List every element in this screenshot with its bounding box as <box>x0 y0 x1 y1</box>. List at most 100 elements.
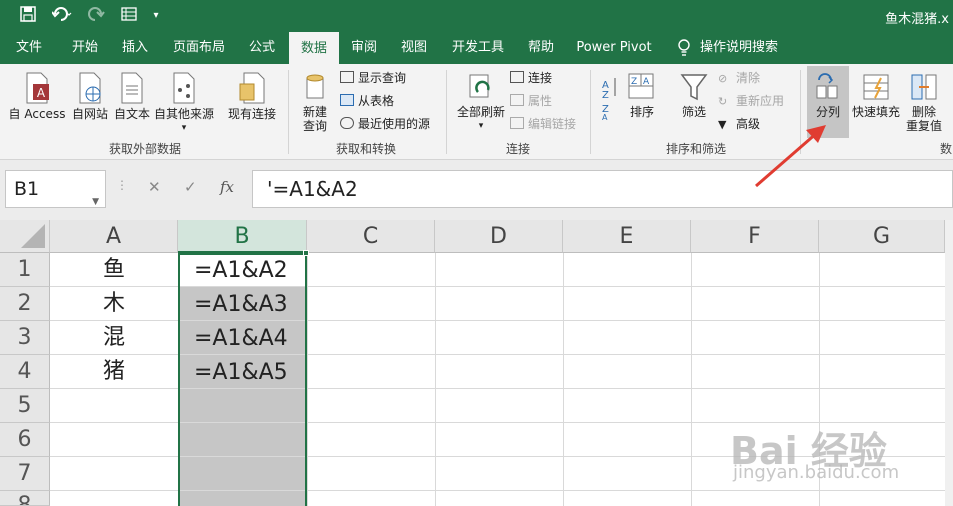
new-query-label-1: 新建 <box>302 105 327 119</box>
existing-connections-button[interactable]: 现有连接 <box>226 72 278 121</box>
select-all-corner[interactable] <box>0 220 50 253</box>
vertical-scrollbar[interactable] <box>945 220 953 506</box>
more-icon: ⋮ <box>116 178 128 192</box>
flash-fill-button[interactable]: 快速填充 <box>850 72 902 119</box>
lightbulb-icon[interactable] <box>672 32 696 64</box>
cell-a3[interactable]: 混 <box>50 321 178 355</box>
row-header-6[interactable]: 6 <box>0 423 50 457</box>
from-access-button[interactable]: A 自 Access <box>8 72 66 121</box>
tab-developer[interactable]: 开发工具 <box>446 32 510 64</box>
redo-icon[interactable] <box>84 6 114 26</box>
group-label-sort-filter: 排序和筛选 <box>665 142 726 156</box>
column-header-f[interactable]: F <box>691 220 819 253</box>
clear-button[interactable]: ⊘ 清除 <box>718 70 760 87</box>
svg-text:A: A <box>37 86 46 100</box>
undo-icon[interactable] <box>48 6 78 26</box>
tab-formulas[interactable]: 公式 <box>240 32 284 64</box>
column-header-a[interactable]: A <box>50 220 178 253</box>
gridline <box>435 253 436 506</box>
row-header-4[interactable]: 4 <box>0 355 50 389</box>
group-separator <box>590 70 591 154</box>
table-icon <box>340 94 354 106</box>
tab-help[interactable]: 帮助 <box>520 32 562 64</box>
show-queries-button[interactable]: 显示查询 <box>340 70 406 86</box>
svg-text:A: A <box>602 113 608 120</box>
dropdown-icon: ▾ <box>181 123 187 133</box>
group-label-get-transform: 获取和转换 <box>335 142 396 156</box>
reapply-button[interactable]: ↻ 重新应用 <box>718 93 784 110</box>
remove-duplicates-label-1: 删除 <box>911 105 936 119</box>
dropdown-icon[interactable]: ▾ <box>148 6 164 26</box>
filter-button[interactable]: 筛选 <box>674 72 714 119</box>
title-bar: ▾ 鱼木混猪.x <box>0 0 953 32</box>
cell-a4[interactable]: 猪 <box>50 355 178 389</box>
new-query-button[interactable]: 新建 查询 <box>296 72 334 133</box>
edit-links-button[interactable]: 编辑链接 <box>510 116 576 132</box>
insert-function-icon[interactable]: fx <box>220 178 234 196</box>
refresh-all-label: 全部刷新 <box>456 105 505 119</box>
column-header-d[interactable]: D <box>435 220 563 253</box>
existing-connections-label: 现有连接 <box>227 107 276 121</box>
reapply-icon: ↻ <box>718 95 728 108</box>
row-header-1[interactable]: 1 <box>0 253 50 287</box>
enter-icon[interactable]: ✓ <box>184 178 197 196</box>
from-other-sources-button[interactable]: 自其他来源 ▾ <box>152 72 216 135</box>
form-icon[interactable] <box>118 6 140 26</box>
column-header-b[interactable]: B <box>178 220 307 253</box>
from-web-button[interactable]: 自网站 <box>68 72 112 121</box>
recent-sources-label: 最近使用的源 <box>358 117 431 131</box>
edit-links-icon <box>510 117 524 129</box>
cell-a2[interactable]: 木 <box>50 287 178 321</box>
tab-file[interactable]: 文件 <box>8 32 50 64</box>
name-box-value: B1 <box>14 178 40 200</box>
refresh-all-button[interactable]: 全部刷新 ▾ <box>452 72 510 133</box>
column-header-g[interactable]: G <box>819 220 945 253</box>
row-header-5[interactable]: 5 <box>0 389 50 423</box>
connections-label: 连接 <box>528 71 553 85</box>
tab-view[interactable]: 视图 <box>394 32 434 64</box>
properties-button[interactable]: 属性 <box>510 93 552 109</box>
table-icon <box>340 71 354 83</box>
recent-sources-button[interactable]: 最近使用的源 <box>340 116 430 132</box>
fill-handle[interactable] <box>303 250 309 256</box>
tab-home[interactable]: 开始 <box>62 32 108 64</box>
tell-me-search[interactable]: 操作说明搜索 <box>700 32 778 64</box>
sort-az-icon[interactable]: AZZA <box>598 74 622 123</box>
gridline <box>563 253 564 506</box>
gridline <box>691 253 692 506</box>
advanced-filter-icon: ▼ <box>718 118 727 131</box>
formula-input[interactable]: '=A1&A2 <box>252 170 953 208</box>
column-header-e[interactable]: E <box>563 220 691 253</box>
tab-data[interactable]: 数据 <box>289 32 339 64</box>
from-web-label: 自网站 <box>71 107 108 121</box>
from-text-label: 自文本 <box>113 107 150 121</box>
from-text-button[interactable]: 自文本 <box>112 72 152 121</box>
link-icon <box>510 71 524 83</box>
cell-a1[interactable]: 鱼 <box>50 253 178 287</box>
tab-power-pivot[interactable]: Power Pivot <box>576 32 652 64</box>
tab-review[interactable]: 审阅 <box>344 32 384 64</box>
column-header-c[interactable]: C <box>307 220 435 253</box>
save-icon[interactable] <box>16 6 40 26</box>
group-label-data-tools: 数 <box>940 142 953 156</box>
row-header-8[interactable]: 8 <box>0 491 50 506</box>
from-table-button[interactable]: 从表格 <box>340 93 394 109</box>
chevron-down-icon[interactable]: ▼ <box>92 184 99 220</box>
row-header-8-label: 8 <box>17 493 32 506</box>
tab-insert[interactable]: 插入 <box>114 32 156 64</box>
tab-page-layout[interactable]: 页面布局 <box>166 32 232 64</box>
new-query-label-2: 查询 <box>302 119 327 133</box>
row-header-7[interactable]: 7 <box>0 457 50 491</box>
group-separator <box>288 70 289 154</box>
cancel-icon[interactable]: ✕ <box>148 178 161 196</box>
row-header-3[interactable]: 3 <box>0 321 50 355</box>
remove-duplicates-button[interactable]: 删除 重复值 <box>904 72 944 133</box>
document-title: 鱼木混猪.x <box>885 12 949 27</box>
from-access-label: 自 Access <box>8 107 66 121</box>
row-header-2[interactable]: 2 <box>0 287 50 321</box>
name-box[interactable]: B1 ▼ <box>5 170 106 208</box>
sort-label: 排序 <box>629 105 654 119</box>
sort-button[interactable]: ZA 排序 <box>624 72 660 119</box>
connections-button[interactable]: 连接 <box>510 70 552 86</box>
group-label-connections: 连接 <box>505 142 530 156</box>
